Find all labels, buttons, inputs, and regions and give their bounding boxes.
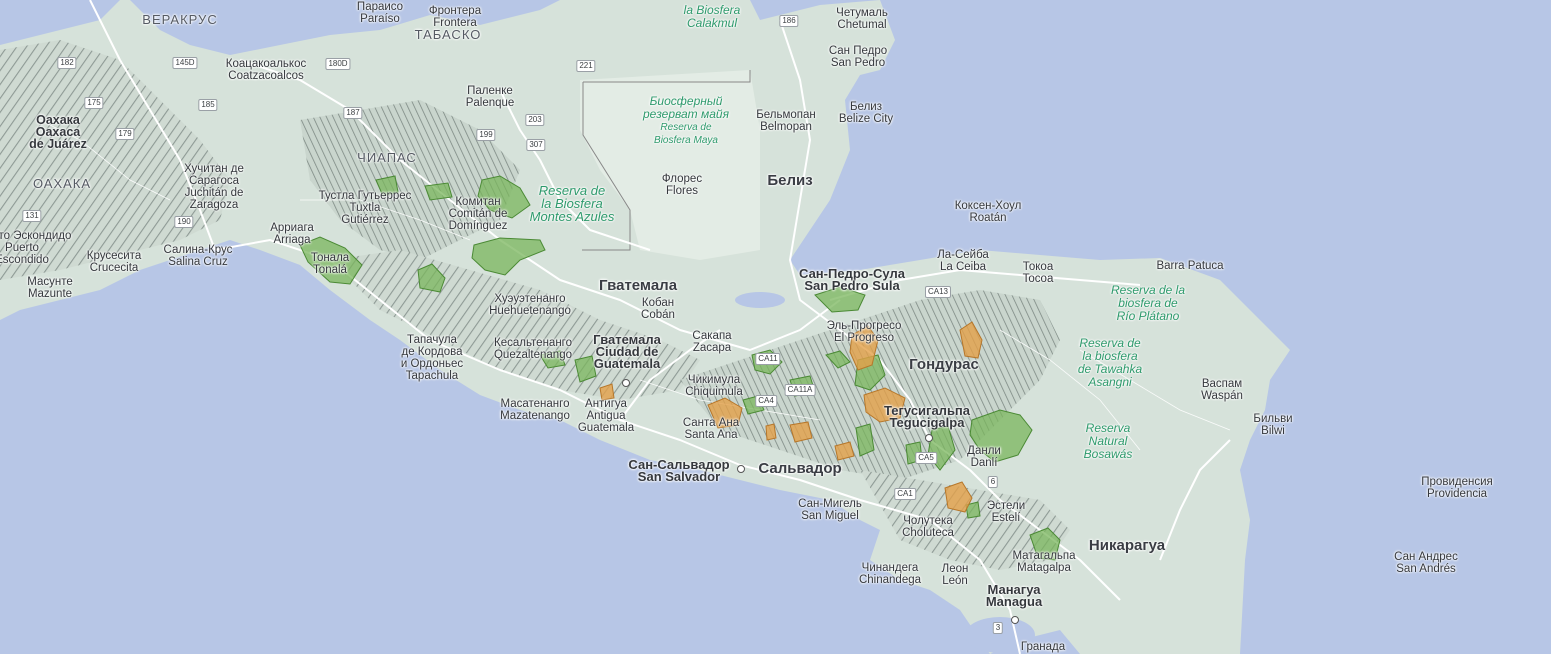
- reserve-label: Биосферный резерват майя Reserva de Biosfe…: [643, 94, 729, 147]
- city-label: Ла-Сейба La Ceiba: [937, 249, 989, 273]
- city-label: Фронтера Frontera: [428, 5, 482, 29]
- city-label: Антигуа Antigua Guatemala: [577, 398, 635, 434]
- city-label: Тонала Tonalá: [310, 252, 350, 276]
- highway-shield: CA1: [894, 488, 916, 500]
- capital-marker: [737, 465, 745, 473]
- highway-shield: 190: [174, 216, 194, 228]
- highway-shield: 180D: [325, 58, 351, 70]
- city-label: Оахака Oaxaca de Juárez: [29, 113, 87, 151]
- country-label: Белиз: [767, 172, 813, 189]
- highway-shield: 199: [476, 129, 496, 141]
- highway-shield: 145D: [172, 57, 198, 69]
- city-label: Сан-Педро-Сула San Pedro Sula: [799, 266, 905, 293]
- city-label: Матагальпа Matagalpa: [1012, 550, 1076, 574]
- city-label: Кесальтенанго Quezaltenango: [493, 337, 573, 361]
- city-label: Васпам Waspán: [1201, 378, 1243, 402]
- city-label: Коксен-Хоул Roatán: [954, 200, 1022, 224]
- highway-shield: 179: [115, 128, 135, 140]
- city-label: Четумаль Chetumal: [836, 7, 888, 31]
- highway-shield: 3: [992, 622, 1004, 634]
- city-label: Сан-Сальвадор San Salvador: [628, 457, 730, 484]
- highway-shield: CA5: [915, 452, 937, 464]
- map-canvas: [0, 0, 1290, 654]
- city-label: Сан Андрес San Andrés: [1394, 551, 1458, 575]
- state-label: ОАХАКА: [32, 176, 92, 191]
- city-label: Сан-Мигель San Miguel: [798, 498, 862, 522]
- city-label: Эль-Прогресо El Progreso: [826, 320, 902, 344]
- highway-shield: 186: [779, 15, 799, 27]
- country-label: Гондурас: [909, 356, 979, 373]
- city-label: Белиз Belize City: [838, 101, 894, 125]
- capital-marker: [1011, 616, 1019, 624]
- city-label: Паленке Palenque: [465, 85, 515, 109]
- city-label: Тапачула де Кордова и Ордоньес Tapachula: [400, 334, 464, 382]
- reserve-label: Reserva Natural Bosawás: [1083, 421, 1133, 461]
- city-label: Хуэуэтенанго Huehuetenango: [489, 293, 571, 317]
- map-view[interactable]: ВЕРАКРУС ТАБАСКО ЧИАПАС ОАХАКА Гватемала…: [0, 0, 1551, 654]
- city-label: Леон León: [941, 563, 969, 587]
- state-label: ТАБАСКО: [414, 27, 482, 42]
- highway-shield: 175: [84, 97, 104, 109]
- capital-marker: [925, 434, 933, 442]
- highway-shield: 203: [525, 114, 545, 126]
- managed-area: [765, 423, 777, 441]
- country-label: Гватемала: [598, 277, 678, 294]
- capital-marker: [622, 379, 630, 387]
- reserve-label: la Biosfera Calakmul: [683, 3, 741, 30]
- city-label: Чикимула Chiquimula: [685, 374, 743, 398]
- country-label: Сальвадор: [758, 460, 842, 477]
- city-label: Крусесита Crucecita: [86, 250, 142, 274]
- city-label: Арриага Arriaga: [270, 222, 314, 246]
- highway-shield: 182: [57, 57, 77, 69]
- highway-shield: CA11: [755, 353, 781, 365]
- city-label: Масунте Mazunte: [27, 276, 73, 300]
- reserve-label: Reserva de la biosfera de Tawahka Asangni: [1077, 336, 1143, 389]
- highway-shield: 185: [198, 99, 218, 111]
- city-label: Гранада: [1020, 641, 1066, 653]
- city-label: Бильви Bilwi: [1253, 413, 1293, 437]
- city-label: Сакапа Zacapa: [692, 330, 732, 354]
- city-label: Санта Ана Santa Ana: [682, 417, 740, 441]
- highway-shield: CA4: [755, 395, 777, 407]
- highway-shield: 6: [987, 476, 999, 488]
- highway-shield: 131: [22, 210, 42, 222]
- city-label: Эстели Estelí: [986, 500, 1026, 524]
- highway-shield: 221: [576, 60, 596, 72]
- city-label: Флорес Flores: [661, 173, 703, 197]
- city-label: Манагуа Managua: [985, 582, 1043, 609]
- city-label: Хучитан де Сарагоса Juchitán de Zaragoza: [184, 163, 244, 211]
- reserve-label: Reserva de la Biosfera Montes Azules: [529, 183, 615, 224]
- highway-shield: CA13: [924, 286, 952, 298]
- city-label: Чолутека Choluteca: [902, 515, 954, 539]
- highway-shield: CA11A: [784, 384, 816, 396]
- highway-shield: 307: [526, 139, 546, 151]
- city-label: Гватемала Ciudad de Guatemala: [593, 332, 661, 371]
- city-label: Бельмопан Belmopan: [756, 109, 816, 133]
- city-label: Чинандега Chinandega: [858, 562, 922, 586]
- highway-shield: 187: [343, 107, 363, 119]
- city-label: Комитан Comitán de Domínguez: [448, 196, 508, 232]
- city-label: Масатенанго Mazatenango: [500, 398, 570, 422]
- city-label: Сан Педро San Pedro: [828, 45, 888, 69]
- city-label: Barra Patuca: [1156, 260, 1224, 272]
- state-label: ВЕРАКРУС: [142, 12, 218, 27]
- state-label: ЧИАПАС: [357, 150, 417, 165]
- reserve-label: Reserva de la biosfera de Río Plátano: [1110, 283, 1186, 323]
- country-label: Никарагуа: [1088, 537, 1166, 554]
- city-label: Параисо Paraíso: [356, 1, 404, 25]
- city-label: Провиденсия Providencia: [1421, 476, 1493, 500]
- city-label: Тустла Гутьеррес Tuxtla Gutiérrez: [318, 190, 412, 226]
- city-label: Данли Danlí: [967, 445, 1001, 469]
- city-label: Токоа Tocoa: [1022, 261, 1054, 285]
- city-label: Тегусигальпа Tegucigalpa: [883, 403, 971, 430]
- city-label: Кобан Cobán: [641, 297, 675, 321]
- city-label: Пуэрто ЭскондидоPuertoEscondido: [0, 230, 72, 266]
- city-label: Салина-Крус Salina Cruz: [163, 244, 233, 268]
- city-label: Коацакоалькос Coatzacoalcos: [225, 58, 307, 82]
